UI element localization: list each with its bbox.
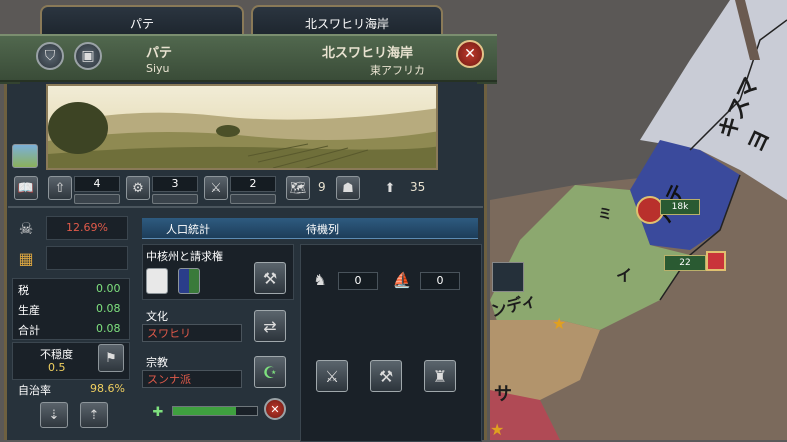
manpower-dev-value: 2 xyxy=(230,176,276,192)
production-label: 生産 xyxy=(18,304,40,317)
unrest-value: 0.5 xyxy=(48,361,66,374)
tax-dev-icon[interactable]: ⇧ xyxy=(48,176,72,200)
total-value: 0.08 xyxy=(96,322,121,335)
manpower-dev-button[interactable] xyxy=(230,194,276,204)
mercenary-button[interactable]: ♜ xyxy=(424,360,456,392)
tax-dev-value: 4 xyxy=(74,176,120,192)
book-icon[interactable]: 📖 xyxy=(14,176,38,200)
map-label-sa: サ xyxy=(494,384,512,405)
trade-good-icon[interactable]: ▣ xyxy=(74,42,102,70)
treasure-box xyxy=(46,246,128,270)
treasure-chest-icon: ▦ xyxy=(18,248,34,268)
trade-map-icon[interactable]: 🗺 xyxy=(286,176,310,200)
culture-value: スワヒリ xyxy=(142,324,242,342)
units-count: 0 xyxy=(338,272,378,290)
rebel-flag-icon[interactable]: ⚑ xyxy=(98,344,124,372)
autonomy-value: 98.6% xyxy=(90,382,125,395)
province-landscape-image xyxy=(46,84,438,170)
tab-idle[interactable]: 待機列 xyxy=(306,221,339,237)
close-icon[interactable]: ✕ xyxy=(456,40,484,68)
cancel-icon[interactable]: ✕ xyxy=(264,398,286,420)
production-dev-value: 3 xyxy=(152,176,198,192)
production-value: 0.08 xyxy=(96,302,121,315)
core-shield-icon[interactable] xyxy=(146,268,168,294)
army-marker-22[interactable]: 22 xyxy=(664,255,706,271)
star-icon-2: ★ xyxy=(490,420,505,439)
tax-dev-button[interactable] xyxy=(74,194,120,204)
star-icon: ★ xyxy=(552,314,567,333)
merchant-icon[interactable]: ☗ xyxy=(336,176,360,200)
devastation-value: 12.69% xyxy=(66,221,108,234)
owner-shield-icon[interactable]: ⛉ xyxy=(36,42,64,70)
map-label-i: イ xyxy=(616,266,633,285)
area-name: 北スワヒリ海岸 xyxy=(322,46,414,61)
manpower-dev-icon[interactable]: ⚔ xyxy=(204,176,228,200)
progress-bar xyxy=(172,406,258,416)
region-name: 東アフリカ xyxy=(370,64,425,77)
claim-shield-icon[interactable] xyxy=(178,268,200,294)
map-label-mi: ミ xyxy=(598,207,612,223)
trade-value: 9 xyxy=(318,180,326,194)
convert-culture-button[interactable]: ⇄ xyxy=(254,310,286,342)
province-name: パテ xyxy=(146,46,173,61)
recruit-button[interactable]: ⚔ xyxy=(316,360,348,392)
production-dev-icon[interactable]: ⚙ xyxy=(126,176,150,200)
tax-label: 税 xyxy=(18,284,29,297)
tax-value: 0.00 xyxy=(96,282,121,295)
divider xyxy=(8,206,483,208)
tab-demographics[interactable]: 人口統計 xyxy=(166,221,210,237)
total-label: 合計 xyxy=(18,324,40,337)
cores-label: 中核州と請求権 xyxy=(146,250,223,263)
army-flag-icon[interactable] xyxy=(706,251,726,271)
capital-name: Siyu xyxy=(146,62,170,75)
lower-autonomy-button[interactable]: ⇣ xyxy=(40,402,68,428)
culture-label: 文化 xyxy=(146,310,168,323)
core-action-button[interactable]: ⚒ xyxy=(254,262,286,294)
ships-count: 0 xyxy=(420,272,460,290)
build-button[interactable]: ⚒ xyxy=(370,360,402,392)
production-dev-button[interactable] xyxy=(152,194,198,204)
goods-value: 35 xyxy=(410,180,426,194)
ships-icon: ⛵ xyxy=(392,271,412,289)
building-icon[interactable] xyxy=(492,262,524,292)
skull-icon: ☠ xyxy=(18,218,34,238)
convert-religion-button[interactable]: ☪ xyxy=(254,356,286,388)
goods-up-icon: ⬆ xyxy=(384,180,396,196)
religion-value: スンナ派 xyxy=(142,370,242,388)
religion-label: 宗教 xyxy=(146,356,168,369)
colonist-icon: ✚ xyxy=(152,404,164,420)
progress-fill xyxy=(173,407,236,415)
unrest-label: 不穏度 xyxy=(40,348,73,361)
terrain-icon[interactable] xyxy=(12,144,38,168)
soldiers-icon: ♞ xyxy=(313,271,327,289)
autonomy-label: 自治率 xyxy=(18,384,51,397)
army-marker-18k[interactable]: 18k xyxy=(660,199,700,215)
raise-autonomy-button[interactable]: ⇡ xyxy=(80,402,108,428)
